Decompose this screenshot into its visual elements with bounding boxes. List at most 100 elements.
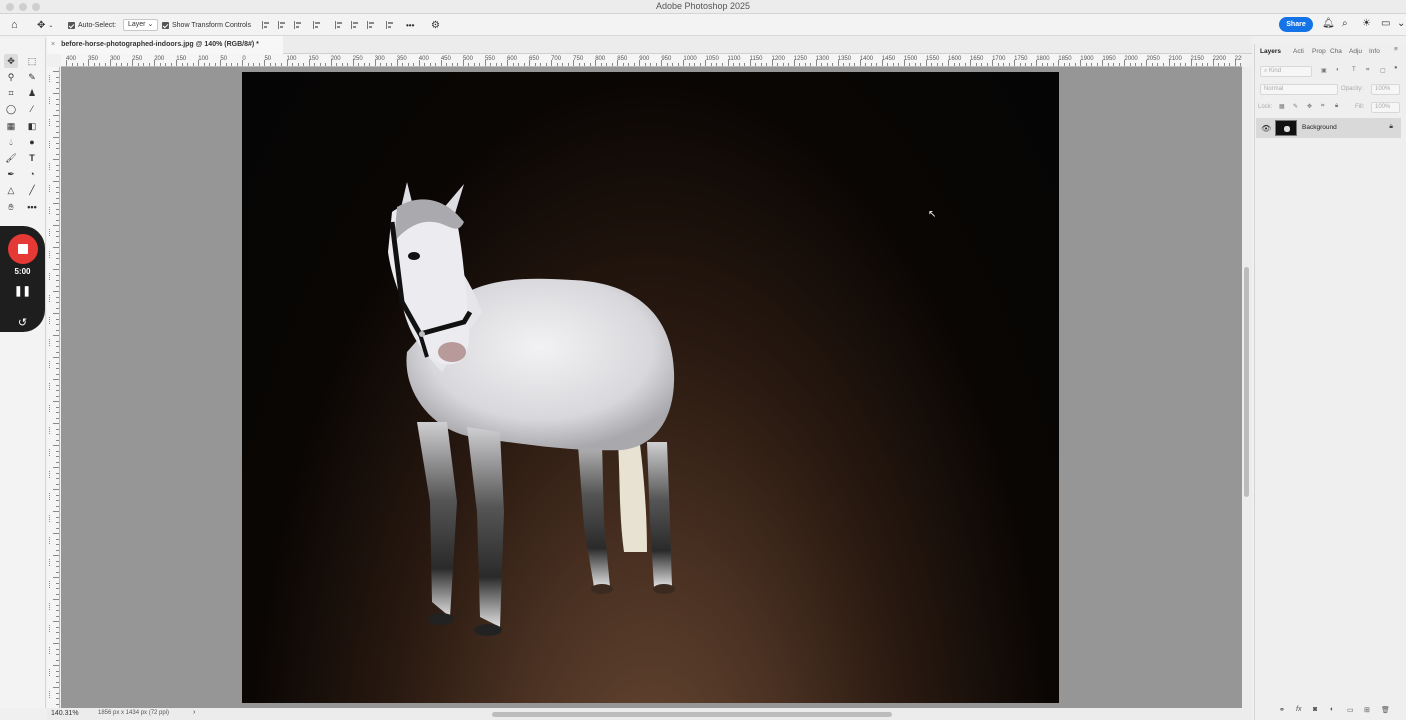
workspace-icon[interactable]: ▭ — [1381, 18, 1390, 29]
pause-icon[interactable]: ❚❚ — [0, 286, 45, 297]
brush-tool-icon[interactable]: 🖌︎ — [4, 151, 18, 165]
align-top-icon[interactable] — [335, 21, 343, 29]
layer-name[interactable]: Background — [1302, 124, 1337, 131]
distribute-horizontal-icon[interactable] — [386, 21, 394, 29]
more-options-button[interactable]: ••• — [406, 18, 414, 32]
ruler-label-mark — [49, 163, 52, 170]
ruler-label-mark — [49, 603, 52, 610]
panel-toggle-icon[interactable]: ⌄ — [1397, 18, 1405, 29]
align-left-icon[interactable] — [262, 21, 270, 29]
tab-properties[interactable]: Prop — [1312, 48, 1326, 55]
restart-icon[interactable]: ↺ — [0, 316, 45, 329]
pen-tool-icon[interactable]: ✒ — [4, 167, 18, 181]
auto-select-checkbox[interactable] — [68, 21, 75, 29]
quick-select-tool-icon[interactable]: ⚲ — [4, 70, 18, 84]
visibility-eye-icon[interactable]: 👁︎ — [1261, 124, 1271, 133]
healing-brush-tool-icon[interactable]: ✎ — [25, 70, 39, 84]
eyedropper-tool-icon[interactable]: ⁄ — [25, 102, 39, 116]
bell-icon[interactable]: 🔔︎ — [1322, 18, 1335, 29]
close-tab-icon[interactable]: × — [51, 41, 55, 48]
filter-shape-icon[interactable]: ⌗ — [1366, 67, 1369, 74]
line-tool-icon[interactable]: ╱ — [25, 183, 39, 197]
gear-icon[interactable]: ⚙ — [431, 18, 440, 32]
tab-info[interactable]: Info — [1369, 48, 1380, 55]
lightbulb-icon[interactable]: ☀ — [1362, 18, 1371, 29]
share-button[interactable]: Share — [1279, 17, 1313, 32]
stop-recording-button[interactable] — [8, 234, 38, 264]
path-select-tool-icon[interactable]: ◔ — [25, 167, 39, 181]
move-tool-preset-icon[interactable]: ✥ ⌄ — [37, 18, 53, 32]
zoom-level[interactable]: 140.31% — [51, 710, 79, 717]
blend-mode-dropdown[interactable]: Normal — [1260, 84, 1338, 95]
vertical-scroll-thumb[interactable] — [1244, 267, 1249, 497]
marquee-tool-icon[interactable]: ⬚ — [25, 54, 39, 68]
new-group-icon[interactable]: ▭ — [1347, 706, 1354, 714]
layer-row-background[interactable]: 👁︎ Background 🔒︎ — [1256, 118, 1401, 138]
ruler-tick — [203, 63, 205, 66]
shape-tool-icon[interactable]: △ — [4, 183, 18, 197]
lock-artboard-icon[interactable]: ⌗ — [1321, 103, 1324, 110]
filter-type-icon[interactable]: T — [1352, 67, 1356, 73]
filter-smart-object-icon[interactable]: ▢ — [1380, 67, 1386, 74]
dodge-tool-icon[interactable]: ● — [25, 135, 39, 149]
link-layers-icon[interactable]: ⚭ — [1279, 706, 1285, 714]
move-tool-icon[interactable]: ✥ — [4, 54, 18, 68]
ruler-label-mark — [49, 339, 52, 346]
align-middle-icon[interactable] — [351, 21, 359, 29]
delete-layer-icon[interactable]: 🗑︎ — [1381, 706, 1390, 714]
layer-mask-icon[interactable]: ◙ — [1313, 706, 1317, 713]
lock-position-icon[interactable]: ✥ — [1307, 103, 1312, 110]
type-tool-icon[interactable]: T — [25, 151, 39, 165]
tab-adjustments[interactable]: Adju — [1349, 48, 1362, 55]
blur-tool-icon[interactable]: 💧︎ — [4, 135, 18, 149]
ruler-tick — [53, 335, 59, 336]
search-icon[interactable]: ⌕ — [1342, 18, 1348, 29]
ruler-tick — [1041, 63, 1043, 66]
lock-all-icon[interactable]: 🔒︎ — [1335, 103, 1338, 110]
align-right-icon[interactable] — [294, 21, 302, 29]
ruler-tick — [446, 63, 448, 66]
hand-tool-icon[interactable]: ✋︎ — [4, 200, 18, 214]
ruler-label: 1100 — [727, 56, 741, 62]
panel-menu-icon[interactable]: ≡ — [1394, 46, 1398, 53]
tab-actions[interactable]: Acti — [1293, 48, 1304, 55]
more-tools-icon[interactable]: ••• — [25, 200, 39, 214]
auto-select-dropdown[interactable]: Layer ⌄ — [123, 19, 159, 31]
align-bottom-icon[interactable] — [367, 21, 375, 29]
lock-image-icon[interactable]: ✎ — [1293, 103, 1298, 110]
ruler-tick — [529, 60, 531, 66]
ruler-tick — [56, 153, 59, 155]
layer-style-icon[interactable]: fx — [1296, 706, 1301, 713]
filter-pixel-icon[interactable]: ▣ — [1321, 67, 1327, 74]
stamp-tool-icon[interactable]: ♟ — [25, 86, 39, 100]
tab-layers[interactable]: Layers — [1260, 48, 1281, 55]
document-image[interactable] — [242, 72, 1059, 703]
align-center-icon[interactable] — [278, 21, 286, 29]
layer-lock-icon[interactable]: 🔒︎ — [1389, 123, 1393, 131]
horizontal-scroll-thumb[interactable] — [492, 712, 892, 717]
eraser-tool-icon[interactable]: ◧ — [25, 119, 39, 133]
distribute-vertical-icon[interactable] — [313, 21, 321, 29]
filter-adjustment-icon[interactable]: ◐ — [1336, 67, 1340, 73]
opacity-field[interactable]: 100% — [1371, 84, 1400, 95]
ruler-tick — [56, 527, 59, 529]
canvas-area[interactable] — [61, 67, 1242, 708]
crop-tool-icon[interactable]: ⌗ — [4, 86, 18, 100]
lasso-tool-icon[interactable]: ◯ — [4, 102, 18, 116]
transform-controls-checkbox[interactable] — [162, 21, 169, 29]
ruler-tick — [848, 63, 850, 66]
filter-toggle-icon[interactable]: ● — [1394, 65, 1398, 71]
fill-field[interactable]: 100% — [1371, 102, 1400, 113]
vertical-scrollbar[interactable] — [1242, 67, 1252, 708]
tab-channels[interactable]: Cha — [1330, 48, 1342, 55]
ruler-tick — [56, 549, 59, 551]
frame-tool-icon[interactable]: ▦ — [4, 119, 18, 133]
status-arrow-icon[interactable]: › — [193, 709, 195, 716]
adjustment-layer-icon[interactable]: ◐ — [1330, 706, 1334, 713]
lock-transparent-icon[interactable]: ▦ — [1279, 103, 1285, 110]
ruler-label: 100 — [198, 56, 209, 62]
home-icon[interactable]: ⌂ — [11, 18, 18, 32]
document-tab[interactable]: × before-horse-photographed-indoors.jpg @… — [47, 36, 283, 54]
kind-filter-dropdown[interactable]: ⌕ Kind — [1260, 66, 1312, 77]
new-layer-icon[interactable]: ⊞ — [1364, 706, 1370, 714]
